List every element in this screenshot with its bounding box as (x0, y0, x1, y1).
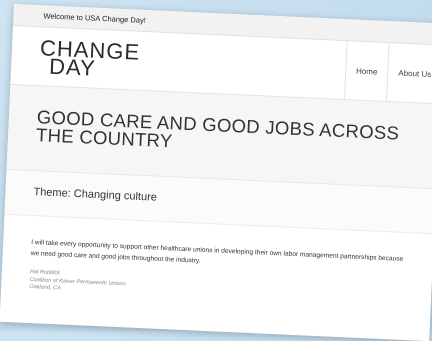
webpage: Welcome to USA Change Day! CHANGE DAY Ho… (0, 4, 432, 341)
theme-title: Theme: Changing culture (33, 186, 158, 204)
change-day-logo[interactable]: CHANGE DAY (39, 35, 140, 81)
quote-attribution: Hal Ruddick Coalition of Kaiser Permanen… (29, 269, 126, 296)
main-nav: Home About Us (343, 41, 432, 104)
welcome-text: Welcome to USA Change Day! (43, 11, 147, 25)
nav-home[interactable]: Home (343, 41, 389, 101)
page-title: GOOD CARE AND GOOD JOBS ACROSS THE COUNT… (35, 106, 400, 152)
quote-text: I will take every opportunity to support… (30, 239, 404, 265)
nav-about-us[interactable]: About Us (386, 43, 432, 104)
